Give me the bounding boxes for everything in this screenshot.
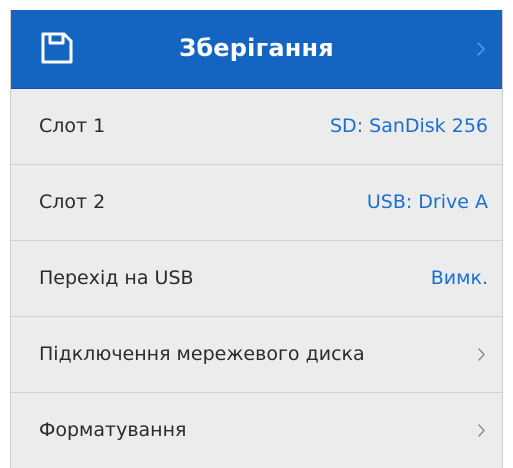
menu-row-usb-switch[interactable]: Перехід на USB Вимк.: [11, 241, 502, 317]
row-label: Форматування: [39, 419, 187, 441]
row-label: Підключення мережевого диска: [39, 343, 365, 365]
menu-row-network-drive[interactable]: Підключення мережевого диска: [11, 317, 502, 393]
chevron-right-icon: [478, 348, 485, 361]
row-label: Перехід на USB: [39, 267, 194, 289]
row-value: SD: SanDisk 256: [330, 115, 488, 137]
row-value: USB: Drive A: [366, 191, 488, 213]
row-label: Слот 1: [39, 115, 106, 137]
chevron-right-icon: [478, 424, 485, 437]
menu-row-format[interactable]: Форматування: [11, 393, 502, 468]
row-value: Вимк.: [430, 267, 488, 289]
menu-row-slot-2[interactable]: Слот 2 USB: Drive A: [11, 165, 502, 241]
storage-header[interactable]: Зберігання: [11, 10, 502, 89]
storage-menu-panel: Зберігання Слот 1 SD: SanDisk 256 Слот 2…: [10, 10, 503, 468]
menu-row-slot-1[interactable]: Слот 1 SD: SanDisk 256: [11, 89, 502, 165]
page-title: Зберігання: [179, 34, 334, 62]
row-label: Слот 2: [39, 191, 106, 213]
chevron-right-icon: [477, 42, 485, 56]
